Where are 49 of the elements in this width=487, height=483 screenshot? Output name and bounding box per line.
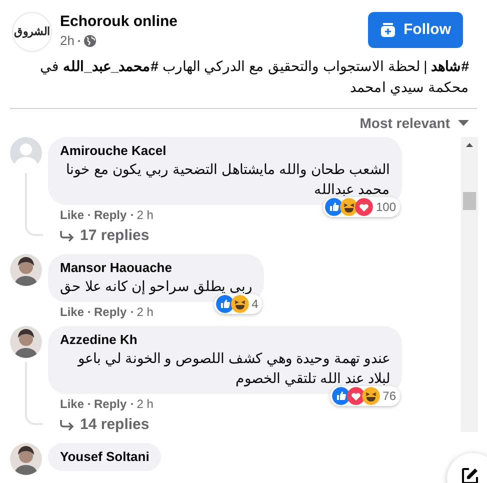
comment-text: ربى يطلق سراحو إن كانه علا حق bbox=[60, 277, 252, 296]
post-text: #شاهد | لحظة الاستجواب والتحقيق مع الدركي الهارب #محمد_عبد_الله في محكمة سيدي امحمد bbox=[39, 57, 470, 98]
page-logo[interactable]: الشروق bbox=[12, 12, 52, 52]
laughing-reaction-icon bbox=[362, 387, 380, 405]
comment-author[interactable]: Mansor Haouache bbox=[60, 259, 252, 276]
like-reaction-icon bbox=[332, 387, 350, 405]
comment-author[interactable]: Azzedine Kh bbox=[60, 331, 390, 348]
view-replies-link[interactable]: 14 replies bbox=[48, 412, 162, 437]
comment-time[interactable]: 2 h bbox=[136, 304, 154, 320]
sort-dropdown[interactable]: Most relevant bbox=[360, 113, 469, 133]
globe-icon bbox=[84, 35, 96, 47]
thread-line bbox=[25, 362, 43, 425]
reply-arrow-icon bbox=[60, 230, 74, 242]
like-link[interactable]: Like bbox=[60, 304, 84, 320]
caret-icon bbox=[458, 120, 469, 126]
reaction-pill[interactable]: 76 bbox=[330, 386, 400, 406]
reaction-count: 100 bbox=[376, 199, 396, 215]
comment-text: عندو تهمة وحيدة وهي كشف اللصوص و الخونة لي باعو لبلاد عند الله تلتقي الخصوم bbox=[76, 349, 390, 388]
page-name[interactable]: Echorouk online bbox=[60, 12, 178, 32]
scroll-up-arrow-icon[interactable] bbox=[466, 143, 473, 147]
reaction-count: 4 bbox=[252, 296, 258, 312]
laughing-reaction-icon bbox=[340, 198, 358, 216]
comment-time[interactable]: 2 h bbox=[136, 207, 154, 223]
reply-link[interactable]: Reply bbox=[94, 396, 127, 412]
follow-button[interactable]: Follow bbox=[368, 12, 463, 48]
post-time[interactable]: 2h bbox=[60, 32, 74, 50]
like-link[interactable]: Like bbox=[60, 396, 84, 412]
heart-reaction-icon bbox=[346, 387, 365, 405]
reaction-pill[interactable]: 100 bbox=[322, 197, 400, 217]
reply-link[interactable]: Reply bbox=[94, 304, 127, 320]
comment-author[interactable]: Amirouche Kacel bbox=[60, 142, 390, 159]
like-link[interactable]: Like bbox=[60, 207, 84, 223]
comment-text: الشعب طحان والله مايشتاهل التضحية ربي يكون مع خونا محمد عبدالله bbox=[64, 160, 390, 199]
edit-icon bbox=[461, 467, 479, 483]
like-reaction-icon bbox=[324, 198, 343, 216]
reply-link[interactable]: Reply bbox=[94, 207, 127, 223]
laughing-reaction-icon bbox=[230, 295, 249, 313]
comment-author[interactable]: Yousef Soltani bbox=[60, 448, 150, 465]
view-replies-link[interactable]: 17 replies bbox=[48, 223, 162, 248]
reaction-count: 76 bbox=[382, 388, 396, 404]
comment-time[interactable]: 2 h bbox=[136, 396, 154, 412]
reaction-pill[interactable]: 4 bbox=[214, 294, 262, 314]
scrollbar[interactable] bbox=[461, 137, 478, 432]
thread-line bbox=[25, 173, 43, 236]
scrollbar-thumb[interactable] bbox=[463, 192, 476, 210]
heart-reaction-icon bbox=[354, 198, 373, 216]
page-plus-icon bbox=[380, 22, 396, 38]
like-reaction-icon bbox=[216, 295, 234, 313]
reply-arrow-icon bbox=[60, 419, 74, 431]
